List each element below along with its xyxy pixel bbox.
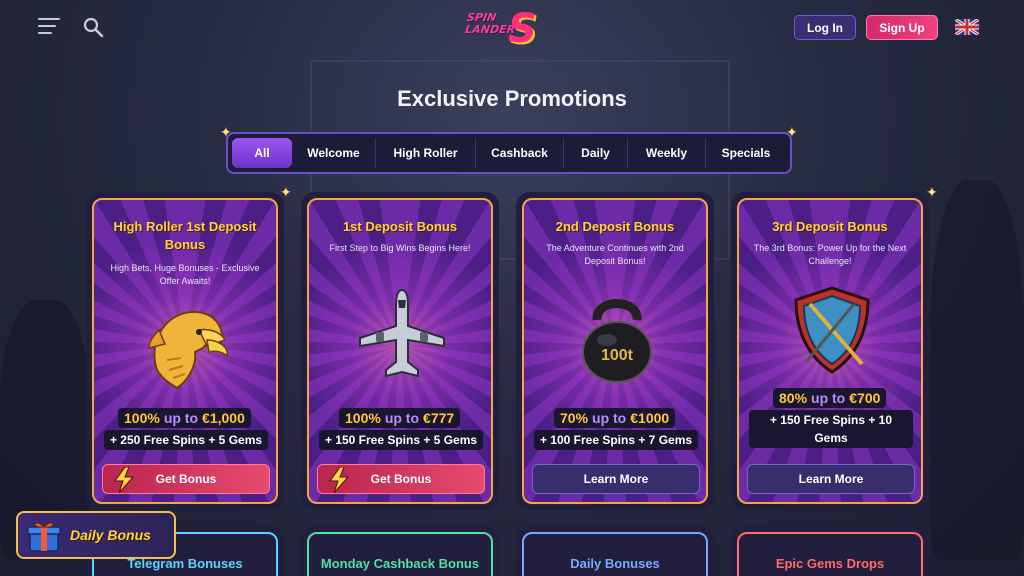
login-button[interactable]: Log In [794,15,856,40]
promo-card-title: Daily Bonuses [522,532,708,576]
kettlebell-label: 100t [601,347,634,364]
logo-s-mark: S [508,6,537,52]
offer-upto: up to [592,410,627,426]
promo-card-subtitle: The 3rd Bonus: Power Up for the Next Cha… [753,243,907,266]
airplane-icon [359,288,445,378]
offer-upto: up to [811,390,846,406]
promo-card-title: 2nd Deposit Bonus [555,219,675,234]
promo-card-subtitle: The Adventure Continues with 2nd Deposit… [546,243,684,266]
learn-more-button[interactable]: Learn More [532,464,700,494]
promo-card: High Roller 1st Deposit Bonus High Bets,… [86,192,284,510]
daily-bonus-label: Daily Bonus [70,527,151,543]
promo-card-title: Epic Gems Drops [737,532,923,576]
offer-extras: + 250 Free Spins + 5 Gems [104,430,268,450]
offer-upto: up to [163,410,199,426]
promo-card-body: 3rd Deposit Bonus The 3rd Bonus: Power U… [737,198,923,504]
lightning-icon [329,467,350,493]
promo-card-epic-gems[interactable]: Epic Gems Drops [731,526,929,576]
top-header: SPIN LANDER S Log In Sign Up [0,0,1024,56]
promo-card-subtitle: First Step to Big Wins Begins Here! [329,243,471,253]
promo-card-subtitle: High Bets, Huge Bonuses - Exclusive Offe… [110,263,260,286]
daily-bonus-widget[interactable]: Daily Bonus [16,511,176,559]
sparkle-icon: ✦ [926,184,938,200]
offer-upto: up to [384,410,420,426]
search-icon[interactable] [82,16,104,38]
offer-headline: 100% up to €1,000 [118,408,251,428]
offer-extras: + 100 Free Spins + 7 Gems [534,430,698,450]
sparkle-icon: ✦ [280,184,292,200]
offer-percent: 80% [779,390,808,406]
page-title: Exclusive Promotions [397,86,627,111]
spinlander-logo[interactable]: SPIN LANDER S [464,6,556,52]
promo-card-body: 1st Deposit Bonus First Step to Big Wins… [307,198,493,504]
tab-weekly[interactable]: Weekly [628,138,706,168]
offer-extras: + 150 Free Spins + 5 Gems [319,430,483,450]
kettlebell-icon: 100t [582,299,652,383]
promo-card: 1st Deposit Bonus First Step to Big Wins… [301,192,499,510]
offer-amount: €1000 [630,410,670,426]
button-label: Get Bonus [370,472,432,486]
tab-all[interactable]: All [232,138,292,168]
offer-headline: 70% up to €1000 [554,408,676,428]
promo-card-title: Monday Cashback Bonus [307,532,493,576]
offer-amount: €700 [849,390,881,406]
promo-card-title: 3rd Deposit Bonus [772,219,888,234]
tab-specials[interactable]: Specials [706,138,786,168]
tab-daily[interactable]: Daily [564,138,628,168]
shield-icon [794,286,870,374]
background-silhouette [930,180,1024,560]
promo-card: 3rd Deposit Bonus The 3rd Bonus: Power U… [731,192,929,510]
offer-amount: €777 [423,410,455,426]
promo-card-title: High Roller 1st Deposit Bonus [113,219,257,252]
promo-card-monday-cashback[interactable]: Monday Cashback Bonus [301,526,499,576]
promo-card-body: High Roller 1st Deposit Bonus High Bets,… [92,198,278,504]
offer-percent: 100% [124,410,160,426]
promotion-tabs: All Welcome High Roller Cashback Daily W… [226,132,792,174]
learn-more-button[interactable]: Learn More [747,464,915,494]
offer-headline: 80% up to €700 [773,388,887,408]
offer-extras: + 150 Free Spins + 10 Gems [749,410,913,448]
tab-cashback[interactable]: Cashback [476,138,564,168]
uk-flag-icon[interactable] [955,19,979,35]
offer-percent: 70% [560,410,589,426]
offer-amount: €1,000 [202,410,245,426]
eagle-icon [148,310,228,390]
offer-percent: 100% [345,410,381,426]
get-bonus-button[interactable]: Get Bonus [317,464,485,494]
tab-welcome[interactable]: Welcome [292,138,376,168]
promo-card: 2nd Deposit Bonus The Adventure Continue… [516,192,714,510]
lightning-icon [114,467,135,493]
button-label: Get Bonus [155,472,217,486]
tab-high-roller[interactable]: High Roller [376,138,476,168]
promo-card-daily-bonuses[interactable]: Daily Bonuses [516,526,714,576]
signup-button[interactable]: Sign Up [866,15,938,40]
promo-card-body: 2nd Deposit Bonus The Adventure Continue… [522,198,708,504]
offer-headline: 100% up to €777 [339,408,461,428]
hamburger-menu-icon[interactable] [38,18,60,36]
gift-box-icon [27,522,61,552]
get-bonus-button[interactable]: Get Bonus [102,464,270,494]
promo-card-title: 1st Deposit Bonus [342,219,458,234]
